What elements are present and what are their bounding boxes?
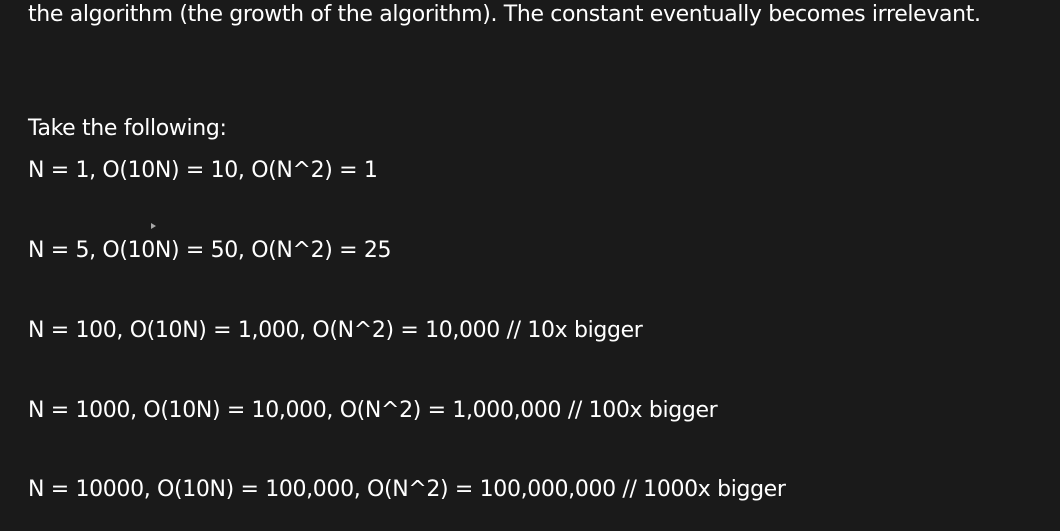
example-line-n1: N = 1, O(10N) = 10, O(N^2) = 1 xyxy=(28,158,378,183)
intro-line: Take the following: xyxy=(28,116,227,141)
example-line-n1000: N = 1000, O(10N) = 10,000, O(N^2) = 1,00… xyxy=(28,398,718,423)
mouse-cursor-icon xyxy=(151,223,156,229)
example-line-n100: N = 100, O(10N) = 1,000, O(N^2) = 10,000… xyxy=(28,318,643,343)
example-line-n5: N = 5, O(10N) = 50, O(N^2) = 25 xyxy=(28,238,392,263)
example-line-n10000: N = 10000, O(10N) = 100,000, O(N^2) = 10… xyxy=(28,477,786,502)
document-body: the algorithm (the growth of the algorit… xyxy=(0,0,1060,531)
paragraph-text-line: the algorithm (the growth of the algorit… xyxy=(28,2,981,27)
